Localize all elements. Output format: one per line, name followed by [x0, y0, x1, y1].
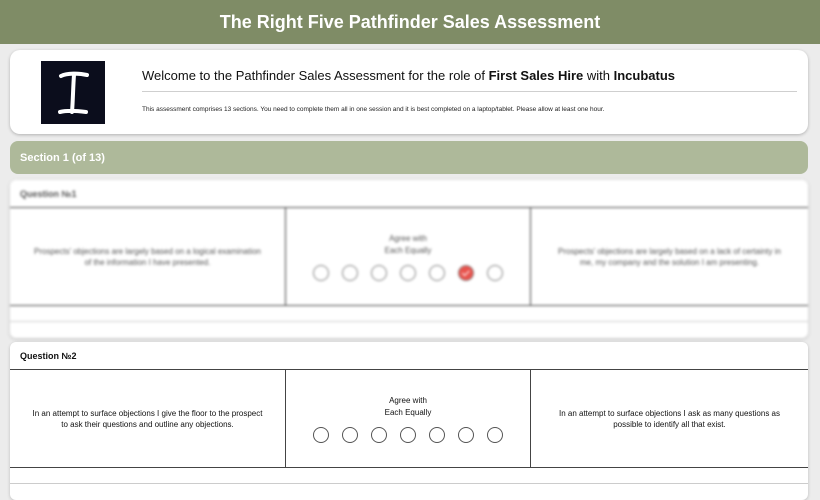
rating-option-4[interactable]	[400, 264, 416, 281]
radio-group	[313, 426, 503, 443]
section-label: Section 1 (of 13)	[20, 151, 105, 164]
rating-option-5[interactable]	[429, 426, 445, 443]
role-name: First Sales Hire	[488, 68, 584, 83]
question-footer	[10, 306, 808, 322]
welcome-connector: with	[583, 68, 614, 83]
rating-option-4[interactable]	[400, 426, 416, 443]
rating-option-1[interactable]	[313, 264, 329, 281]
rating-option-7[interactable]	[487, 264, 503, 281]
welcome-card: Welcome to the Pathfinder Sales Assessme…	[10, 50, 808, 134]
company-name: Incubatus	[613, 68, 676, 83]
assessment-note: This assessment comprises 13 sections. Y…	[142, 106, 605, 113]
question-row: Prospects' objections are largely based …	[10, 208, 808, 306]
rating-option-5[interactable]	[429, 264, 445, 281]
rating-option-2[interactable]	[342, 426, 358, 443]
question-title: Question №2	[10, 342, 808, 370]
welcome-message: Welcome to the Pathfinder Sales Assessme…	[142, 68, 797, 92]
section-header: Section 1 (of 13)	[10, 141, 808, 174]
rating-scale: Agree with Each Equally	[286, 208, 531, 305]
agree-equally-label: Agree with Each Equally	[384, 233, 432, 255]
company-logo	[41, 61, 105, 124]
rating-option-6[interactable]	[458, 426, 474, 443]
question-card-2: Question №2 In an attempt to surface obj…	[10, 342, 808, 500]
statement-right: In an attempt to surface objections I as…	[558, 408, 780, 429]
welcome-prefix: Welcome to the Pathfinder Sales Assessme…	[142, 68, 489, 83]
agree-equally-label: Agree with Each Equally	[384, 395, 432, 417]
question-card-1: Question №1 Prospects' objections are la…	[10, 180, 808, 338]
logo-letter-icon	[58, 71, 89, 114]
page-title: The Right Five Pathfinder Sales Assessme…	[219, 11, 601, 32]
rating-option-7[interactable]	[487, 426, 503, 443]
rating-option-1[interactable]	[313, 426, 329, 443]
rating-scale: Agree with Each Equally	[286, 370, 531, 467]
statement-left: In an attempt to surface objections I gi…	[10, 370, 286, 467]
radio-group	[313, 264, 503, 281]
statement-left: Prospects' objections are largely based …	[10, 208, 286, 305]
question-row: In an attempt to surface objections I gi…	[10, 370, 808, 468]
rating-option-2[interactable]	[342, 264, 358, 281]
header-bar: The Right Five Pathfinder Sales Assessme…	[0, 0, 820, 44]
rating-option-3[interactable]	[371, 426, 387, 443]
question-footer	[10, 468, 808, 484]
rating-option-3[interactable]	[371, 264, 387, 281]
statement-right: Prospects' objections are largely based …	[558, 246, 781, 267]
rating-option-6[interactable]	[458, 264, 474, 281]
question-title: Question №1	[10, 180, 808, 208]
